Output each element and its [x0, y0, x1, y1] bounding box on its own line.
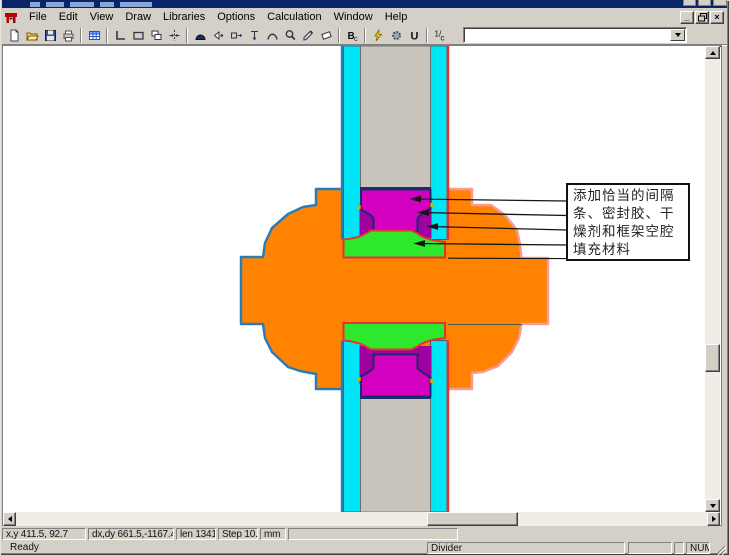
- title-bar[interactable]: [2, 0, 727, 8]
- title-text-fragment: [120, 2, 152, 7]
- resize-grip[interactable]: [713, 542, 726, 555]
- scroll-down-button[interactable]: [705, 499, 720, 512]
- menu-view[interactable]: View: [84, 9, 120, 25]
- new-file-icon[interactable]: [5, 27, 23, 44]
- menu-libraries[interactable]: Libraries: [157, 9, 211, 25]
- window-restore-button[interactable]: [698, 0, 711, 6]
- status-numlock: NUM: [686, 542, 710, 554]
- arrow-left-icon: [8, 516, 12, 522]
- toolbar-separator: [426, 28, 428, 43]
- menu-edit[interactable]: Edit: [53, 9, 84, 25]
- svg-text:c: c: [440, 33, 444, 42]
- mdi-restore-button[interactable]: [695, 11, 709, 24]
- tape-measure-icon[interactable]: [245, 27, 263, 44]
- menu-options[interactable]: Options: [211, 9, 261, 25]
- title-text-fragment: [30, 2, 40, 7]
- svg-text:U: U: [410, 30, 418, 42]
- menu-window[interactable]: Window: [328, 9, 379, 25]
- butyl-dot: [430, 379, 433, 383]
- arrow-down-icon: [710, 504, 716, 508]
- status-units: mm: [260, 528, 286, 540]
- status-filler: [288, 528, 458, 540]
- status-dxdy: dx,dy 661.5,-1167.4: [88, 528, 174, 540]
- zoom-icon[interactable]: [281, 27, 299, 44]
- save-icon[interactable]: [41, 27, 59, 44]
- fill-void-icon[interactable]: [165, 27, 183, 44]
- status-mode: Divider: [427, 542, 625, 554]
- status-xy: x,y 411.5, 92.7: [2, 528, 86, 540]
- combobox-dropdown-button[interactable]: [670, 29, 685, 41]
- glazing-system-combobox[interactable]: [463, 27, 687, 43]
- toolbar-separator: [338, 28, 340, 43]
- coordinate-status-bar: x,y 411.5, 92.7 dx,dy 661.5,-1167.4 len …: [2, 527, 727, 541]
- draw-rectangle-icon[interactable]: [129, 27, 147, 44]
- arrow-right-icon: [712, 516, 716, 522]
- annotation-text-box[interactable]: 添加恰当的间隔 条、密封胶、干 燥剂和框架空腔 填充材料: [566, 183, 690, 261]
- toolbar-separator: [364, 28, 366, 43]
- mdi-minimize-button[interactable]: _: [680, 11, 694, 24]
- boundary-conditions-icon[interactable]: Bc: [343, 27, 361, 44]
- app-icon: [4, 10, 20, 24]
- vertical-scroll-thumb[interactable]: [705, 344, 720, 372]
- toolbar: Bc U 1/c: [2, 26, 727, 45]
- flip-polygon-icon[interactable]: [209, 27, 227, 44]
- svg-text:c: c: [354, 36, 358, 42]
- vertical-scrollbar[interactable]: [705, 46, 720, 512]
- chevron-down-icon: [675, 33, 681, 37]
- draw-polyline-icon[interactable]: [111, 27, 129, 44]
- menu-help[interactable]: Help: [379, 9, 414, 25]
- material-library-icon[interactable]: [85, 27, 103, 44]
- calculate-icon[interactable]: [369, 27, 387, 44]
- print-icon[interactable]: [59, 27, 77, 44]
- scroll-right-button[interactable]: [707, 512, 720, 526]
- arrow-up-icon: [710, 51, 716, 55]
- u-factor-icon[interactable]: U: [405, 27, 423, 44]
- drawing-canvas[interactable]: [3, 46, 705, 512]
- open-file-icon[interactable]: [23, 27, 41, 44]
- horizontal-scrollbar[interactable]: [3, 512, 720, 526]
- menu-file[interactable]: File: [23, 9, 53, 25]
- draw-arc-icon[interactable]: [263, 27, 281, 44]
- window-close-button[interactable]: [713, 0, 727, 6]
- title-text-fragment: [70, 2, 94, 7]
- butyl-dot: [358, 205, 361, 209]
- eyedropper-icon[interactable]: [299, 27, 317, 44]
- title-text-fragment: [100, 2, 114, 7]
- menu-draw[interactable]: Draw: [119, 9, 157, 25]
- scroll-left-button[interactable]: [3, 512, 16, 526]
- move-polygon-icon[interactable]: [227, 27, 245, 44]
- app-window: File Edit View Draw Libraries Options Ca…: [0, 0, 729, 555]
- eraser-icon[interactable]: [317, 27, 335, 44]
- copy-polygon-icon[interactable]: [147, 27, 165, 44]
- toolbar-separator: [106, 28, 108, 43]
- toolbar-separator: [186, 28, 188, 43]
- menu-calculation[interactable]: Calculation: [261, 9, 327, 25]
- butyl-dot: [358, 377, 361, 381]
- status-extra1: [628, 542, 672, 554]
- combobox-value: [464, 28, 669, 42]
- mdi-controls: _ ×: [679, 11, 724, 24]
- status-length: len 1341.8: [176, 528, 216, 540]
- butyl-dot: [430, 203, 433, 207]
- scroll-up-button[interactable]: [705, 46, 720, 59]
- draw-cavity-icon[interactable]: [191, 27, 209, 44]
- window-minimize-button[interactable]: [683, 0, 696, 6]
- toolbar-separator: [80, 28, 82, 43]
- horizontal-scroll-thumb[interactable]: [427, 512, 518, 526]
- title-text-fragment: [46, 2, 64, 7]
- menu-bar: File Edit View Draw Libraries Options Ca…: [2, 8, 727, 26]
- status-extra2: [674, 542, 684, 554]
- show-results-icon[interactable]: [387, 27, 405, 44]
- main-status-bar: Ready Divider NUM: [2, 541, 727, 555]
- mdi-close-button[interactable]: ×: [710, 11, 724, 24]
- status-ready: Ready: [10, 542, 39, 553]
- one-over-c-icon[interactable]: 1/c: [431, 27, 449, 44]
- status-step: Step 10.0: [218, 528, 258, 540]
